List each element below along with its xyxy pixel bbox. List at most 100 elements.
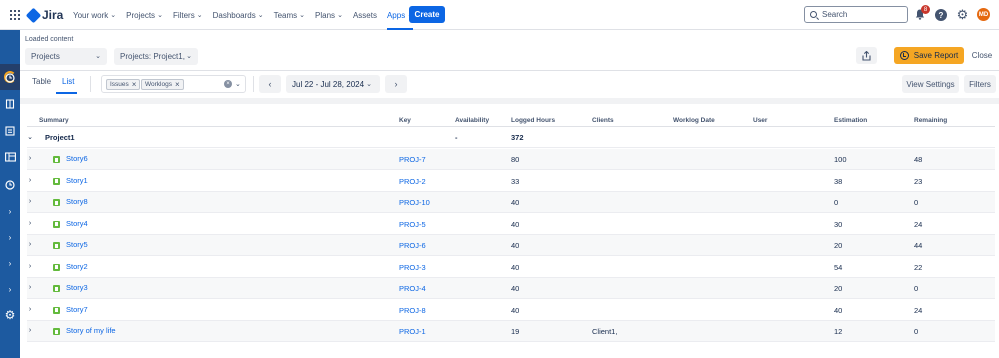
table-row[interactable]: › Story1 PROJ-2 33 38 23 xyxy=(27,171,995,192)
table-row[interactable]: › Story5 PROJ-6 40 20 44 xyxy=(27,235,995,256)
nav-item-dashboards[interactable]: Dashboards ⌄ xyxy=(213,0,264,30)
save-report-label: Save Report xyxy=(913,51,959,60)
column-header-clients[interactable]: Clients xyxy=(592,117,614,124)
column-header-logged-hours[interactable]: Logged Hours xyxy=(511,117,555,124)
column-header-user[interactable]: User xyxy=(753,117,767,124)
table-row[interactable]: › Story of my life PROJ-1 19 Client1, 12 0 xyxy=(27,321,995,342)
expand-chevron-icon[interactable]: › xyxy=(27,306,33,313)
filters-button[interactable]: Filters xyxy=(964,75,996,93)
date-range-label: Jul 22 - Jul 28, 2024 xyxy=(292,79,365,89)
issue-key-link[interactable]: PROJ-8 xyxy=(399,306,426,315)
expand-chevron-icon[interactable]: › xyxy=(27,198,33,205)
story-issue-icon xyxy=(53,263,60,271)
issue-summary-link[interactable]: Story1 xyxy=(66,176,88,185)
issue-summary-link[interactable]: Story3 xyxy=(66,283,88,292)
share-button[interactable] xyxy=(856,47,877,64)
remaining: 0 xyxy=(914,284,919,293)
jira-logo[interactable]: Jira xyxy=(25,7,63,23)
user-avatar[interactable]: MD xyxy=(977,8,990,21)
gear-icon[interactable]: ⚙ xyxy=(4,308,16,322)
issue-summary-link[interactable]: Story of my life xyxy=(66,326,116,335)
app-switcher-icon[interactable] xyxy=(10,10,20,20)
issue-key-link[interactable]: PROJ-2 xyxy=(399,177,426,186)
previous-week-button[interactable]: ‹ xyxy=(259,75,281,93)
nav-item-projects[interactable]: Projects ⌄ xyxy=(126,0,163,30)
book-icon[interactable] xyxy=(4,98,16,110)
chevron-right-icon[interactable]: › xyxy=(4,257,16,269)
tab-list[interactable]: List xyxy=(62,77,74,86)
projects-filter-select[interactable]: Projects: Project1, ⌄ xyxy=(114,48,198,65)
next-week-button[interactable]: › xyxy=(385,75,407,93)
group-row[interactable]: ⌄ Project1 - 372 xyxy=(27,127,995,148)
nav-item-label: Dashboards xyxy=(212,10,256,20)
date-range-picker[interactable]: Jul 22 - Jul 28, 2024 ⌄ xyxy=(286,75,380,93)
story-issue-icon xyxy=(53,199,60,206)
table-row[interactable]: › Story2 PROJ-3 40 54 22 xyxy=(27,257,995,278)
chevron-down-icon[interactable]: ⌄ xyxy=(235,80,241,88)
issue-key-link[interactable]: PROJ-10 xyxy=(399,198,430,207)
chevron-down-icon: ⌄ xyxy=(95,53,101,60)
expand-chevron-icon[interactable]: › xyxy=(27,241,33,248)
expand-chevron-icon[interactable]: › xyxy=(27,263,33,270)
board-icon[interactable] xyxy=(4,151,16,163)
issue-key-link[interactable]: PROJ-3 xyxy=(399,263,426,272)
table-row[interactable]: › Story6 PROJ-7 80 100 48 xyxy=(27,149,995,170)
column-header-worklog-date[interactable]: Worklog Date xyxy=(673,117,715,124)
issue-key-link[interactable]: PROJ-6 xyxy=(399,241,426,250)
column-header-summary[interactable]: Summary xyxy=(39,117,69,124)
create-button[interactable]: Create xyxy=(409,6,445,23)
clear-filter-icon[interactable]: × xyxy=(224,80,232,88)
projects-select[interactable]: Projects ⌄ xyxy=(25,48,107,65)
issue-key-link[interactable]: PROJ-4 xyxy=(399,284,426,293)
expand-chevron-icon[interactable]: › xyxy=(27,327,33,334)
save-report-button[interactable]: Save Report xyxy=(894,47,964,64)
nav-item-plans[interactable]: Plans ⌄ xyxy=(315,0,343,30)
expand-chevron-icon[interactable]: › xyxy=(27,177,33,184)
expand-chevron-icon[interactable]: › xyxy=(27,220,33,227)
column-header-key[interactable]: Key xyxy=(399,117,411,124)
nav-item-teams[interactable]: Teams ⌄ xyxy=(274,0,305,30)
issue-summary-link[interactable]: Story5 xyxy=(66,240,88,249)
issue-summary-link[interactable]: Story4 xyxy=(66,219,88,228)
nav-item-assets[interactable]: Assets xyxy=(353,0,377,30)
settings-gear-icon[interactable]: ⚙ xyxy=(956,8,969,21)
issue-summary-link[interactable]: Story8 xyxy=(66,197,88,206)
close-button[interactable]: Close xyxy=(968,47,996,64)
table-row[interactable]: › Story8 PROJ-10 40 0 0 xyxy=(27,192,995,213)
column-header-estimation[interactable]: Estimation xyxy=(834,117,867,124)
chevron-right-icon[interactable]: › xyxy=(4,283,16,295)
issue-summary-link[interactable]: Story2 xyxy=(66,262,88,271)
chevron-right-icon[interactable]: › xyxy=(4,205,16,217)
nav-item-your-work[interactable]: Your work ⌄ xyxy=(73,0,116,30)
tab-table[interactable]: Table xyxy=(32,77,51,86)
remove-tag-icon[interactable]: × xyxy=(175,80,180,89)
clock-icon[interactable] xyxy=(4,72,16,84)
search-input[interactable] xyxy=(822,10,902,19)
table-row[interactable]: › Story7 PROJ-8 40 40 24 xyxy=(27,300,995,321)
chevron-down-icon: ⌄ xyxy=(157,12,163,19)
column-header-availability[interactable]: Availability xyxy=(455,117,489,124)
search-field[interactable] xyxy=(804,6,908,23)
story-issue-icon xyxy=(53,156,60,163)
remove-tag-icon[interactable]: × xyxy=(132,80,137,89)
chevron-down-icon: ⌄ xyxy=(366,81,372,88)
list-icon[interactable] xyxy=(4,125,16,137)
issue-key-link[interactable]: PROJ-5 xyxy=(399,220,426,229)
issue-key-link[interactable]: PROJ-1 xyxy=(399,327,426,336)
nav-item-filters[interactable]: Filters ⌄ xyxy=(173,0,203,30)
help-icon[interactable]: ? xyxy=(935,9,947,21)
expand-chevron-icon[interactable]: › xyxy=(27,284,33,291)
table-row[interactable]: › Story4 PROJ-5 40 30 24 xyxy=(27,214,995,235)
divider xyxy=(90,76,91,92)
issue-summary-link[interactable]: Story7 xyxy=(66,305,88,314)
column-header-remaining[interactable]: Remaining xyxy=(914,117,947,124)
chevron-right-icon[interactable]: › xyxy=(4,231,16,243)
expand-chevron-icon[interactable]: › xyxy=(27,155,33,162)
view-settings-button[interactable]: View Settings xyxy=(902,75,959,93)
issue-summary-link[interactable]: Story6 xyxy=(66,154,88,163)
issue-key-link[interactable]: PROJ-7 xyxy=(399,155,426,164)
chevron-down-icon[interactable]: ⌄ xyxy=(27,133,33,141)
filter-tags-select[interactable]: Issues × Worklogs × × ⌄ xyxy=(101,75,246,93)
history-icon[interactable] xyxy=(4,179,16,191)
table-row[interactable]: › Story3 PROJ-4 40 20 0 xyxy=(27,278,995,299)
